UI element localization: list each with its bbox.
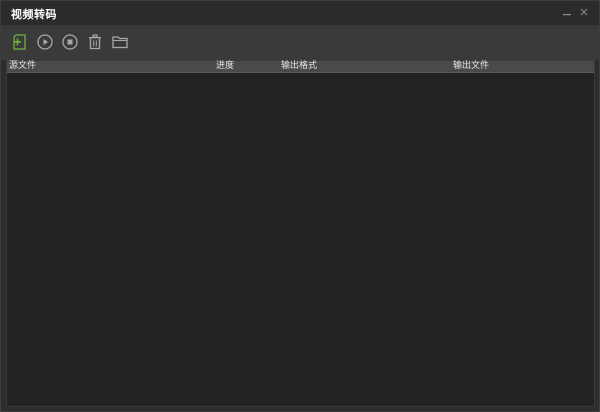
minimize-icon [563, 14, 571, 16]
open-folder-button[interactable] [111, 33, 131, 53]
start-button[interactable] [36, 33, 56, 53]
delete-button[interactable] [86, 33, 106, 53]
stop-icon [62, 34, 78, 50]
app-window: 视频转码 源文件 进度 输出格式 输出文件 [0, 0, 600, 412]
minimize-button[interactable] [559, 4, 575, 20]
stop-button[interactable] [61, 33, 81, 53]
list-body[interactable] [7, 73, 594, 406]
column-header-format[interactable]: 输出格式 [281, 61, 317, 72]
close-icon [580, 8, 588, 16]
file-list[interactable]: 源文件 进度 输出格式 输出文件 [6, 60, 595, 407]
add-file-button[interactable] [11, 33, 31, 53]
window-title: 视频转码 [11, 8, 57, 21]
list-header: 源文件 进度 输出格式 输出文件 [7, 61, 594, 73]
title-bar[interactable]: 视频转码 [1, 1, 599, 25]
column-header-output[interactable]: 输出文件 [453, 61, 489, 72]
trash-icon [89, 34, 101, 50]
folder-icon [112, 36, 128, 49]
play-icon [37, 34, 53, 50]
column-header-progress[interactable]: 进度 [216, 61, 234, 72]
toolbar [1, 25, 599, 60]
add-file-icon [13, 34, 26, 50]
close-button[interactable] [576, 4, 592, 20]
column-header-source[interactable]: 源文件 [9, 61, 36, 72]
